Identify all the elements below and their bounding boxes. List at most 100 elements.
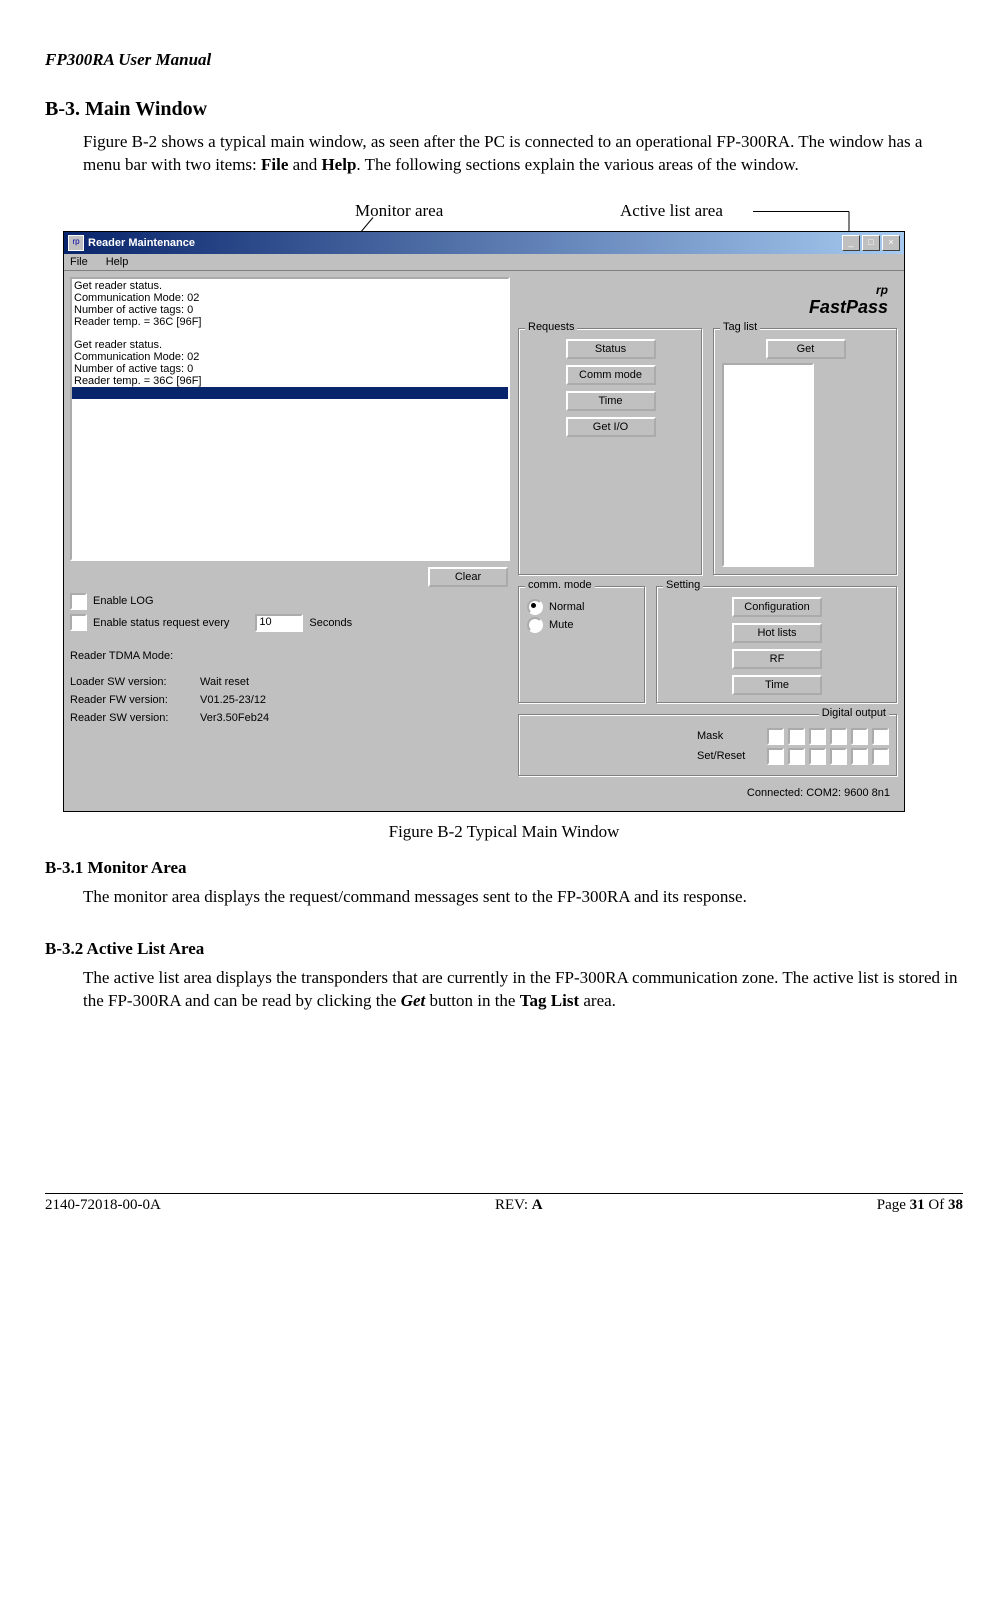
active-list-paragraph: The active list area displays the transp… [83, 967, 963, 1013]
mask-checkbox[interactable] [809, 728, 826, 745]
monitor-line: Number of active tags: 0 [74, 304, 506, 316]
loader-version-label: Loader SW version: [70, 676, 200, 688]
loader-version-value: Wait reset [200, 676, 510, 688]
setting-legend: Setting [663, 579, 703, 591]
p2-text-c: button in the [425, 991, 519, 1010]
monitor-selection [72, 387, 508, 399]
footer-page-total: 38 [948, 1197, 963, 1213]
section-heading-b31: B-3.1 Monitor Area [45, 858, 963, 878]
connection-status: Connected: COM2: 9600 8n1 [518, 781, 898, 805]
setreset-label: Set/Reset [697, 750, 757, 762]
logo-rp-text: rp [876, 283, 888, 297]
app-icon: rp [68, 235, 84, 251]
intro-bold-file: File [261, 155, 288, 174]
mask-checkbox[interactable] [767, 728, 784, 745]
setreset-checkbox[interactable] [830, 748, 847, 765]
section-heading-b3: B-3. Main Window [45, 98, 963, 121]
setreset-checkbox[interactable] [809, 748, 826, 765]
enable-log-checkbox[interactable] [70, 593, 87, 610]
mute-radio[interactable] [527, 617, 543, 633]
footer-rev: REV: A [495, 1197, 543, 1214]
mask-checkbox[interactable] [872, 728, 889, 745]
normal-radio[interactable] [527, 599, 543, 615]
monitor-line: Reader temp. = 36C [96F] [74, 375, 506, 387]
enable-log-label: Enable LOG [93, 595, 154, 607]
mask-checkbox[interactable] [788, 728, 805, 745]
seconds-label: Seconds [309, 617, 352, 629]
menu-help[interactable]: Help [106, 256, 129, 268]
comm-mode-legend: comm. mode [525, 579, 595, 591]
tdma-label: Reader TDMA Mode: [70, 650, 510, 662]
callout-labels-row: Monitor area Active list area [45, 201, 963, 231]
figure-caption: Figure B-2 Typical Main Window [45, 822, 963, 842]
monitor-line: Get reader status. [74, 339, 506, 351]
figure-container: rp Reader Maintenance _ □ × File Help Ge… [63, 231, 963, 812]
monitor-line: Communication Mode: 02 [74, 351, 506, 363]
setreset-checkbox[interactable] [767, 748, 784, 765]
mask-label: Mask [697, 730, 757, 742]
footer-page-label: Page [877, 1197, 910, 1213]
app-window: rp Reader Maintenance _ □ × File Help Ge… [63, 231, 905, 812]
monitor-line: Number of active tags: 0 [74, 363, 506, 375]
mute-radio-label: Mute [549, 619, 573, 631]
p2-get-bold: Get [401, 991, 426, 1010]
taglist-legend: Tag list [720, 321, 760, 333]
sw-version-label: Reader SW version: [70, 712, 200, 724]
intro-paragraph: Figure B-2 shows a typical main window, … [83, 131, 963, 177]
doc-header: FP300RA User Manual [45, 50, 963, 70]
configuration-button[interactable]: Configuration [732, 597, 822, 617]
close-button[interactable]: × [882, 235, 900, 251]
status-button[interactable]: Status [566, 339, 656, 359]
setting-time-button[interactable]: Time [732, 675, 822, 695]
taglist-group: Tag list Get [713, 328, 898, 576]
comm-mode-group: comm. mode Normal Mute [518, 586, 646, 704]
callout-active-label: Active list area [620, 201, 723, 221]
setreset-checkbox[interactable] [851, 748, 868, 765]
titlebar: rp Reader Maintenance _ □ × [64, 232, 904, 254]
callout-monitor-label: Monitor area [355, 201, 443, 221]
rf-button[interactable]: RF [732, 649, 822, 669]
requests-legend: Requests [525, 321, 577, 333]
sw-version-value: Ver3.50Feb24 [200, 712, 510, 724]
monitor-area-paragraph: The monitor area displays the request/co… [83, 886, 963, 909]
p2-taglist-bold: Tag List [520, 991, 579, 1010]
callout-line-active-top [753, 211, 849, 212]
footer-rev-label: REV: [495, 1197, 532, 1213]
logo-fast-text: FastPass [809, 297, 888, 317]
footer-page-of: Of [925, 1197, 948, 1213]
hot-lists-button[interactable]: Hot lists [732, 623, 822, 643]
get-io-button[interactable]: Get I/O [566, 417, 656, 437]
footer-page: Page 31 Of 38 [877, 1197, 963, 1214]
page-footer: 2140-72018-00-0A REV: A Page 31 Of 38 [45, 1193, 963, 1214]
intro-bold-help: Help [321, 155, 356, 174]
footer-rev-value: A [532, 1197, 543, 1213]
setreset-checkbox[interactable] [872, 748, 889, 765]
normal-radio-label: Normal [549, 601, 584, 613]
menu-file[interactable]: File [70, 256, 88, 268]
mask-checkbox[interactable] [830, 728, 847, 745]
menubar: File Help [64, 254, 904, 271]
mask-checkbox[interactable] [851, 728, 868, 745]
digital-output-legend: Digital output [819, 707, 889, 719]
section-heading-b32: B-3.2 Active List Area [45, 939, 963, 959]
enable-status-checkbox[interactable] [70, 614, 87, 631]
taglist-listbox[interactable] [722, 363, 814, 567]
fastpass-logo: rp FastPass [809, 277, 898, 318]
intro-text-c: and [288, 155, 321, 174]
comm-mode-button[interactable]: Comm mode [566, 365, 656, 385]
monitor-line: Reader temp. = 36C [96F] [74, 316, 506, 328]
monitor-listbox[interactable]: Get reader status. Communication Mode: 0… [70, 277, 510, 561]
monitor-line: Communication Mode: 02 [74, 292, 506, 304]
digital-output-group: Digital output Mask Set/Reset [518, 714, 898, 777]
get-button[interactable]: Get [766, 339, 846, 359]
time-button[interactable]: Time [566, 391, 656, 411]
status-interval-input[interactable]: 10 [255, 614, 303, 632]
enable-status-label: Enable status request every [93, 617, 229, 629]
maximize-button[interactable]: □ [862, 235, 880, 251]
setreset-checkbox[interactable] [788, 748, 805, 765]
fw-version-label: Reader FW version: [70, 694, 200, 706]
clear-button[interactable]: Clear [428, 567, 508, 587]
footer-page-current: 31 [910, 1197, 925, 1213]
minimize-button[interactable]: _ [842, 235, 860, 251]
footer-doc-number: 2140-72018-00-0A [45, 1197, 161, 1214]
